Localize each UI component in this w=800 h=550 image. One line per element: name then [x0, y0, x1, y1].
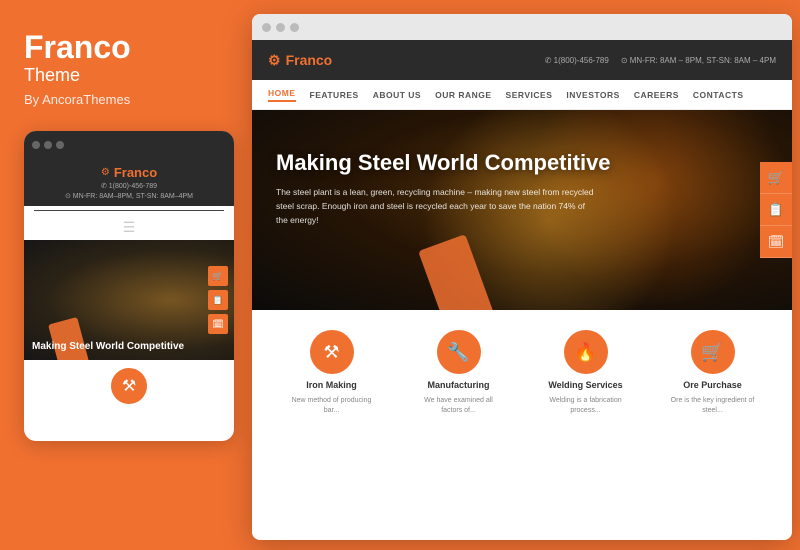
feature-circle-iron: ⚒ [310, 330, 354, 374]
hero-title: Making Steel World Competitive [276, 150, 768, 176]
nav-item-services[interactable]: SERVICES [506, 90, 553, 100]
mobile-dot-1 [32, 141, 40, 149]
mobile-logo-line: ⚙ Franco [101, 165, 157, 180]
nav-item-range[interactable]: OUR RANGE [435, 90, 491, 100]
side-icon-cart[interactable]: 🛒 [760, 162, 792, 194]
feature-title-weld: Welding Services [548, 380, 622, 390]
nav-item-home[interactable]: HOME [268, 88, 296, 102]
left-panel: Franco Theme By AncoraThemes ⚙ Franco ✆ … [0, 0, 248, 550]
mobile-header: ⚙ Franco ✆ 1(800)-456-789 ⊙ MN-FR: 8AM–8… [24, 159, 234, 206]
mobile-cart-icons: 🛒 📋 🗓 [208, 266, 228, 334]
mobile-footer: ⚒ [24, 360, 234, 412]
mobile-gear-icon: ⚙ [101, 167, 110, 178]
desktop-dot-1 [262, 23, 271, 32]
desktop-mockup: ⚙ Franco ✆ 1(800)-456-789 ⊙ MN-FR: 8AM –… [252, 14, 792, 540]
desktop-dot-3 [290, 23, 299, 32]
desktop-dot-2 [276, 23, 285, 32]
desktop-logo-text: Franco [286, 52, 333, 68]
side-icon-list[interactable]: 📋 [760, 194, 792, 226]
nav-item-contacts[interactable]: CONTACTS [693, 90, 744, 100]
feature-desc-ore: Ore is the key ingredient of steel... [668, 396, 758, 416]
mobile-circle-icon: ⚒ [111, 368, 147, 404]
brand-subtitle: Theme [24, 65, 80, 86]
mobile-hours: ⊙ MN-FR: 8AM–8PM, ST-SN: 8AM–4PM [65, 192, 193, 200]
feature-circle-ore: 🛒 [691, 330, 735, 374]
feature-title-ore: Ore Purchase [683, 380, 742, 390]
mobile-icon-cal[interactable]: 🗓 [208, 314, 228, 334]
mobile-hero: Making Steel World Competitive 🛒 📋 🗓 [24, 240, 234, 360]
desktop-header-right: ✆ 1(800)-456-789 ⊙ MN-FR: 8AM – 8PM, ST-… [545, 56, 776, 65]
features-section: ⚒ Iron Making New method of producing ba… [252, 310, 792, 428]
feature-manufacturing: 🔧 Manufacturing We have examined all fac… [395, 330, 522, 416]
mobile-icon-cart[interactable]: 🛒 [208, 266, 228, 286]
brand-author: By AncoraThemes [24, 92, 130, 107]
hero-side-icons: 🛒 📋 🗓 [760, 162, 792, 258]
feature-title-mfg: Manufacturing [428, 380, 490, 390]
hero-content: Making Steel World Competitive The steel… [252, 110, 792, 227]
mobile-dot-3 [56, 141, 64, 149]
desktop-nav: HOME FEATURES ABOUT US OUR RANGE SERVICE… [252, 80, 792, 110]
nav-item-careers[interactable]: CAREERS [634, 90, 679, 100]
brand-title: Franco [24, 30, 131, 65]
desktop-hours: ⊙ MN-FR: 8AM – 8PM, ST-SN: 8AM – 4PM [621, 56, 776, 65]
mobile-hero-title: Making Steel World Competitive [32, 341, 226, 352]
desktop-header: ⚙ Franco ✆ 1(800)-456-789 ⊙ MN-FR: 8AM –… [252, 40, 792, 80]
feature-circle-weld: 🔥 [564, 330, 608, 374]
mobile-icon-list[interactable]: 📋 [208, 290, 228, 310]
mobile-divider [34, 210, 224, 211]
mobile-top-bar [24, 131, 234, 159]
feature-welding: 🔥 Welding Services Welding is a fabricat… [522, 330, 649, 416]
desktop-phone: ✆ 1(800)-456-789 [545, 56, 609, 65]
desktop-gear-icon: ⚙ [268, 52, 281, 69]
desktop-hero: Making Steel World Competitive The steel… [252, 110, 792, 310]
nav-item-investors[interactable]: INVESTORS [566, 90, 619, 100]
desktop-logo: ⚙ Franco [268, 52, 332, 69]
hero-subtitle: The steel plant is a lean, green, recycl… [276, 186, 596, 227]
feature-circle-mfg: 🔧 [437, 330, 481, 374]
mobile-dot-2 [44, 141, 52, 149]
feature-desc-weld: Welding is a fabrication process... [541, 396, 631, 416]
feature-desc-mfg: We have examined all factors of... [414, 396, 504, 416]
nav-item-features[interactable]: FEATURES [310, 90, 359, 100]
mobile-phone: ✆ 1(800)-456-789 [101, 182, 157, 190]
hamburger-icon[interactable]: ☰ [24, 215, 234, 240]
feature-ore-purchase: 🛒 Ore Purchase Ore is the key ingredient… [649, 330, 776, 416]
side-icon-cal[interactable]: 🗓 [760, 226, 792, 258]
feature-iron-making: ⚒ Iron Making New method of producing ba… [268, 330, 395, 416]
desktop-top-bar [252, 14, 792, 40]
mobile-logo-text: Franco [114, 165, 157, 180]
feature-title-iron: Iron Making [306, 380, 357, 390]
nav-item-about[interactable]: ABOUT US [373, 90, 421, 100]
mobile-mockup: ⚙ Franco ✆ 1(800)-456-789 ⊙ MN-FR: 8AM–8… [24, 131, 234, 441]
feature-desc-iron: New method of producing bar... [287, 396, 377, 416]
